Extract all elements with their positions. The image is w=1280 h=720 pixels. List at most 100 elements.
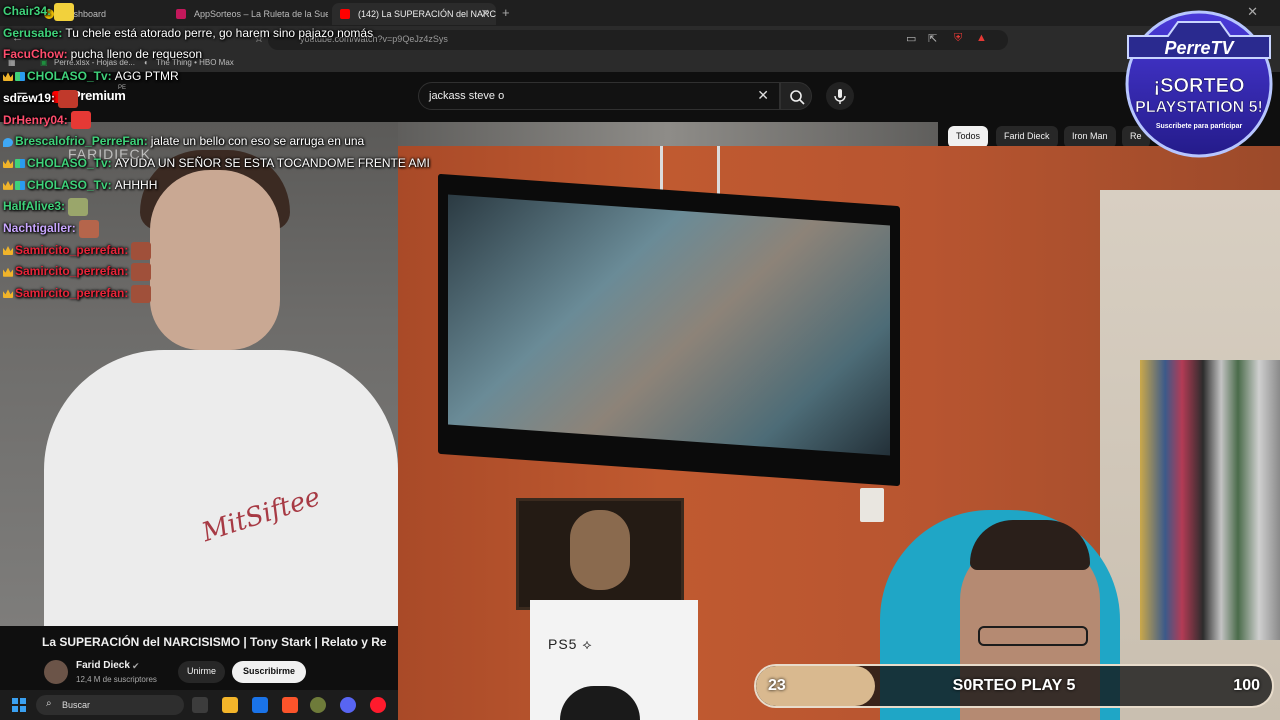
sorteo-brand: PerreTV	[1164, 38, 1235, 58]
crown-badge-icon	[3, 159, 13, 169]
chat-username[interactable]: Samircito_perrefan:	[15, 264, 128, 278]
sorteo-subtitle: Suscribete para participar	[1156, 123, 1243, 130]
subscribe-button[interactable]: Suscribirme	[232, 661, 307, 683]
chat-message: CHOLASO_Tv: AHHHH	[3, 174, 157, 196]
chat-emote-icon	[78, 219, 99, 238]
goal-label: S0RTEO PLAY 5	[952, 677, 1076, 694]
search-input[interactable]: jackass steve o ✕	[418, 82, 780, 110]
streamer-glasses	[978, 626, 1088, 646]
chat-emote-icon	[70, 111, 91, 130]
close-tab-icon[interactable]: ✕	[481, 7, 490, 20]
drop-badge-icon	[3, 137, 13, 147]
chat-text: AYUDA UN SEÑOR SE ESTA TOCANDOME FRENTE …	[114, 155, 430, 170]
screen-icon[interactable]: ▭	[906, 32, 916, 45]
chat-username[interactable]: Gerusabe:	[3, 26, 62, 40]
channel-avatar[interactable]	[44, 660, 68, 684]
chat-emote-icon	[131, 284, 152, 303]
chat-text: jalate un bello con eso se arruga en una	[150, 134, 365, 149]
taskbar-search-input[interactable]: Buscar	[36, 695, 184, 715]
chat-message: Brescalofrio_PerreFan: jalate un bello co…	[3, 130, 364, 152]
chat-message: DrHenry04:	[3, 109, 91, 131]
video-title: La SUPERACIÓN del NARCISISMO | Tony Star…	[42, 635, 387, 649]
chat-message: Samircito_perrefan:	[3, 260, 152, 282]
chat-username[interactable]: Brescalofrio_PerreFan:	[15, 134, 148, 148]
sorteo-title-line1: ¡SORTEO	[1153, 75, 1244, 97]
discord-icon[interactable]	[340, 697, 356, 713]
join-button[interactable]: Unirme	[178, 661, 226, 683]
crown-badge-icon	[3, 289, 13, 299]
sorteo-goal-bar: 23 S0RTEO PLAY 5 100	[754, 664, 1274, 708]
chat-message: FacuChow: pucha lleno de requeson	[3, 43, 202, 65]
outlook-icon[interactable]	[252, 697, 268, 713]
task-view-icon[interactable]	[192, 697, 208, 713]
poster-portrait	[570, 510, 630, 590]
taskbar-search-icon: ⌕	[46, 698, 52, 709]
chat-emote-icon	[54, 2, 75, 21]
chat-message: CHOLASO_Tv: AGG PTMR	[3, 65, 179, 87]
chat-emote-icon	[68, 198, 89, 217]
chat-message: Chair34:	[3, 0, 75, 22]
share-icon[interactable]: ⇱	[928, 32, 937, 45]
video-player-edge	[398, 122, 938, 146]
windows-taskbar: Buscar ⌕	[0, 690, 398, 720]
rewards-icon[interactable]: ▲	[976, 32, 987, 44]
video-person-shirt	[44, 350, 398, 626]
clear-search-icon[interactable]: ✕	[757, 87, 769, 104]
crown-badge-icon	[3, 267, 13, 277]
chip-farid-dieck[interactable]: Farid Dieck	[996, 126, 1058, 148]
voice-search-button[interactable]	[826, 82, 854, 110]
chat-username[interactable]: CHOLASO_Tv:	[27, 178, 112, 192]
microphone-icon	[834, 89, 846, 104]
ps5-box-logo: PS5 ⟡	[548, 636, 593, 652]
chat-text: Tu chele está atorado perre, go harem si…	[65, 25, 374, 40]
opera-icon[interactable]	[370, 697, 386, 713]
chat-message: Nachtigaller:	[3, 217, 99, 239]
chat-message: CHOLASO_Tv: AYUDA UN SEÑOR SE ESTA TOCAND…	[3, 152, 430, 174]
chat-username[interactable]: DrHenry04:	[3, 113, 68, 127]
app-icon[interactable]	[310, 697, 326, 713]
chat-text: AHHHH	[114, 177, 158, 192]
chat-username[interactable]: sdrew19:	[3, 91, 55, 105]
search-icon	[790, 90, 805, 105]
channel-name[interactable]: Farid Dieck	[76, 660, 130, 671]
chat-username[interactable]: Chair34:	[3, 4, 51, 18]
chip-iron-man[interactable]: Iron Man	[1064, 126, 1116, 148]
chat-text: pucha lleno de requeson	[70, 47, 203, 62]
chat-emote-icon	[58, 89, 79, 108]
chat-text: AGG PTMR	[114, 69, 179, 84]
streamer-hair	[970, 520, 1090, 570]
chat-emote-icon	[131, 263, 152, 282]
chat-username[interactable]: FacuChow:	[3, 47, 68, 61]
subscriber-badge-icon	[15, 180, 25, 190]
chat-username[interactable]: CHOLASO_Tv:	[27, 156, 112, 170]
chat-message: sdrew19:	[3, 87, 79, 109]
chat-message: Samircito_perrefan:	[3, 239, 152, 261]
wall-socket	[860, 488, 884, 522]
chat-username[interactable]: Nachtigaller:	[3, 221, 76, 235]
crown-badge-icon	[3, 180, 13, 190]
windows-start-icon[interactable]	[12, 698, 26, 712]
chip-todos[interactable]: Todos	[948, 126, 989, 148]
sorteo-title-line2: PLAYSTATION 5!	[1135, 99, 1263, 116]
chat-username[interactable]: CHOLASO_Tv:	[27, 69, 112, 83]
chat-message: Samircito_perrefan:	[3, 282, 152, 304]
file-explorer-icon[interactable]	[222, 697, 238, 713]
goal-max: 100	[1233, 677, 1260, 694]
hanging-clothes	[1140, 360, 1280, 640]
chat-username[interactable]: HalfAlive3:	[3, 199, 65, 213]
chat-username[interactable]: Samircito_perrefan:	[15, 286, 128, 300]
stream-chat-overlay: Chair34: Gerusabe: Tu chele está atorado p…	[0, 0, 460, 320]
chat-message: Gerusabe: Tu chele está atorado perre, go…	[3, 22, 373, 44]
brave-browser-icon[interactable]	[282, 697, 298, 713]
verified-check-icon: ✔	[132, 661, 140, 671]
chat-username[interactable]: Samircito_perrefan:	[15, 243, 128, 257]
chat-emote-icon	[131, 241, 152, 260]
subscriber-count: 12,4 M de suscriptores	[76, 675, 157, 684]
crown-badge-icon	[3, 72, 13, 82]
search-button[interactable]	[780, 82, 812, 110]
crown-badge-icon	[3, 246, 13, 256]
subscriber-badge-icon	[15, 72, 25, 82]
new-tab-button[interactable]: +	[502, 5, 510, 20]
sorteo-ps5-logo: PerreTV ¡SORTEO PLAYSTATION 5! Suscribet…	[1125, 10, 1273, 158]
brave-shield-icon[interactable]: ⛨	[954, 32, 962, 45]
